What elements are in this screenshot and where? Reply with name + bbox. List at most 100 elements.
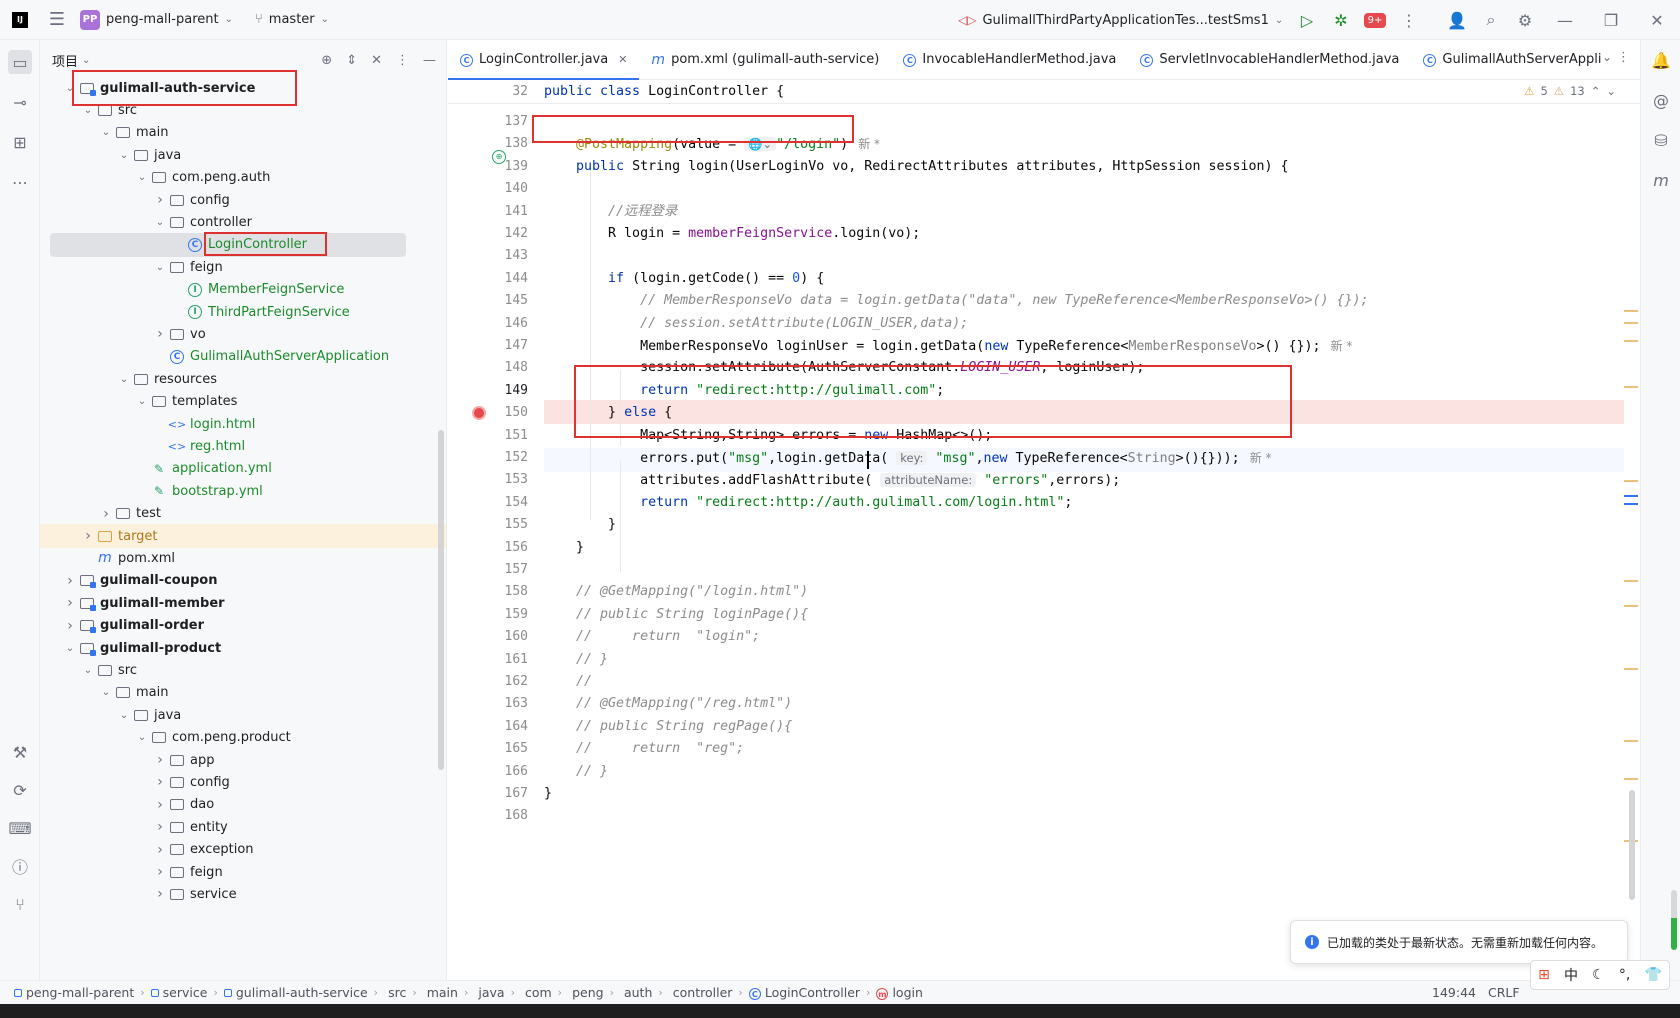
app-logo-icon[interactable]: IJ (0, 5, 40, 35)
tree-node[interactable]: ✎ bootstrap.yml (40, 479, 446, 503)
commit-icon[interactable]: ⊸ (8, 90, 32, 114)
memory-indicator[interactable] (1671, 890, 1677, 950)
stripe-mark[interactable] (1624, 386, 1638, 388)
stripe-mark[interactable] (1624, 480, 1638, 482)
code-line[interactable]: // MemberResponseVo data = login.getData… (544, 289, 1604, 313)
code-line[interactable]: } (544, 513, 1604, 537)
code-line[interactable]: // return "login"; (544, 625, 1604, 649)
tree-node[interactable]: ⌄ main (40, 681, 446, 705)
editor-tab[interactable]: C ServletInvocableHandlerMethod.java (1128, 40, 1411, 80)
chevron-right-icon[interactable]: › (152, 752, 168, 768)
code-line[interactable]: if (login.getCode() == 0) { (544, 267, 1604, 291)
tree-node[interactable]: <> reg.html (40, 434, 446, 458)
tree-node[interactable]: <> login.html (40, 412, 446, 436)
tree-node[interactable]: › config (40, 188, 446, 212)
stripe-mark[interactable] (1624, 668, 1638, 670)
chevron-right-icon[interactable]: › (152, 864, 168, 880)
tree-node[interactable]: I ThirdPartFeignService (40, 300, 446, 324)
line-number[interactable]: 145 (448, 289, 528, 313)
stripe-mark[interactable] (1624, 778, 1638, 780)
line-number[interactable]: 149 (448, 379, 528, 403)
line-number[interactable]: 151 (448, 424, 528, 448)
line-number[interactable]: 143 (448, 244, 528, 268)
chevron-down-icon[interactable]: ⌄ (116, 150, 132, 161)
line-number[interactable]: 156 (448, 536, 528, 560)
ai-assistant-icon[interactable]: @ (1649, 88, 1673, 112)
chevron-down-icon[interactable]: ⌄ (134, 732, 150, 743)
editor-tab[interactable]: C LoginController.java ✕ (448, 40, 640, 80)
line-number[interactable]: 160 (448, 625, 528, 649)
minimize-icon[interactable]: — (1542, 5, 1588, 35)
code-line[interactable]: // @GetMapping("/reg.html") (544, 692, 1604, 716)
problems-icon[interactable]: ⓘ (8, 854, 32, 878)
close-tab-icon[interactable]: ✕ (618, 53, 627, 66)
hide-icon[interactable]: — (423, 53, 436, 68)
sticky-line-code[interactable]: public class LoginController { (544, 80, 1604, 104)
line-number[interactable]: 141 (448, 200, 528, 224)
tree-node[interactable]: m pom.xml (40, 546, 446, 570)
debug-icon[interactable]: ✲ (1324, 5, 1358, 35)
line-number[interactable]: 158 (448, 580, 528, 604)
code-line[interactable]: } (544, 536, 1604, 560)
line-number[interactable]: 144 (448, 267, 528, 291)
tree-node[interactable]: › dao (40, 793, 446, 817)
editor-tab[interactable]: C GulimallAuthServerApplicat (1411, 40, 1601, 80)
collapse-all-icon[interactable]: ✕ (371, 53, 382, 68)
code-line[interactable]: R login = memberFeignService.login(vo); (544, 222, 1604, 246)
database-icon[interactable]: ⛁ (1649, 128, 1673, 152)
chevron-right-icon[interactable]: › (152, 842, 168, 858)
terminal-icon[interactable]: ⌨ (8, 816, 32, 840)
chevron-right-icon[interactable]: › (152, 886, 168, 902)
code-line[interactable]: } (544, 782, 1604, 806)
more-tools-icon[interactable]: ⋯ (8, 170, 32, 194)
editor-tab[interactable]: m pom.xml (gulimall-auth-service) (639, 40, 891, 80)
chevron-right-icon[interactable]: › (62, 595, 78, 611)
notifications-button[interactable]: 9+ (1358, 5, 1392, 35)
breadcrumb-item[interactable]: peng (562, 985, 609, 1000)
breadcrumb-item[interactable]: controller (663, 985, 739, 1000)
line-number[interactable]: 167 (448, 782, 528, 806)
tree-node[interactable]: › entity (40, 815, 446, 839)
notifications-bell-icon[interactable]: 🔔 (1649, 48, 1673, 72)
chevron-right-icon[interactable]: › (80, 528, 96, 544)
run-config-selector[interactable]: ◁▷ GulimallThirdPartyApplicationTes...te… (958, 5, 1283, 35)
options-icon[interactable]: ⋮ (396, 53, 409, 68)
tree-node[interactable]: › gulimall-member (40, 591, 446, 615)
tree-node[interactable]: › service (40, 882, 446, 906)
code-line[interactable]: // (544, 670, 1604, 694)
stripe-mark[interactable] (1624, 605, 1638, 607)
chevron-right-icon[interactable]: › (152, 819, 168, 835)
tree-node[interactable]: ⌄ src (40, 658, 446, 682)
tree-node[interactable]: › target (40, 524, 446, 548)
line-number[interactable]: 165 (448, 737, 528, 761)
tree-node[interactable]: ⌄ main (40, 121, 446, 145)
tabs-more-icon[interactable]: ⋮ (1617, 50, 1630, 65)
project-folder-icon[interactable]: ▭ (8, 50, 32, 74)
tree-node[interactable]: › app (40, 748, 446, 772)
spring-endpoint-icon[interactable]: ⊕ (492, 150, 506, 164)
line-number[interactable]: 147 (448, 334, 528, 358)
line-number[interactable]: 148 (448, 356, 528, 380)
stripe-mark[interactable] (1624, 740, 1638, 742)
tree-node[interactable]: › gulimall-coupon (40, 569, 446, 593)
tree-node[interactable]: I MemberFeignService (40, 278, 446, 302)
chevron-down-icon[interactable]: ⌄ (62, 643, 78, 654)
chevron-right-icon[interactable]: › (62, 573, 78, 589)
chevron-right-icon[interactable]: › (152, 797, 168, 813)
breadcrumb-item[interactable]: src (378, 985, 412, 1000)
breadcrumb-item[interactable]: auth (614, 985, 658, 1000)
tabs-dropdown-icon[interactable]: ⌄ (1602, 50, 1612, 64)
line-number[interactable]: 146 (448, 312, 528, 336)
search-icon[interactable]: ⌕ (1474, 5, 1508, 35)
chevron-down-icon[interactable]: ⌄ (134, 172, 150, 183)
tree-node[interactable]: › exception (40, 838, 446, 862)
stripe-mark[interactable] (1624, 580, 1638, 582)
chevron-down-icon[interactable]: ⌄ (116, 374, 132, 385)
chevron-right-icon[interactable]: › (152, 326, 168, 342)
line-number[interactable]: 137 (448, 110, 528, 134)
structure-icon[interactable]: ⊞ (8, 130, 32, 154)
next-highlight-icon[interactable]: ⌄ (1606, 84, 1616, 98)
code-line[interactable]: // @GetMapping("/login.html") (544, 580, 1604, 604)
code-line[interactable]: errors.put("msg",login.getData( key: "ms… (544, 446, 1604, 470)
inspection-widget[interactable]: ⚠ 5 ⚠ 13 ⌃ ⌄ (1524, 84, 1616, 98)
